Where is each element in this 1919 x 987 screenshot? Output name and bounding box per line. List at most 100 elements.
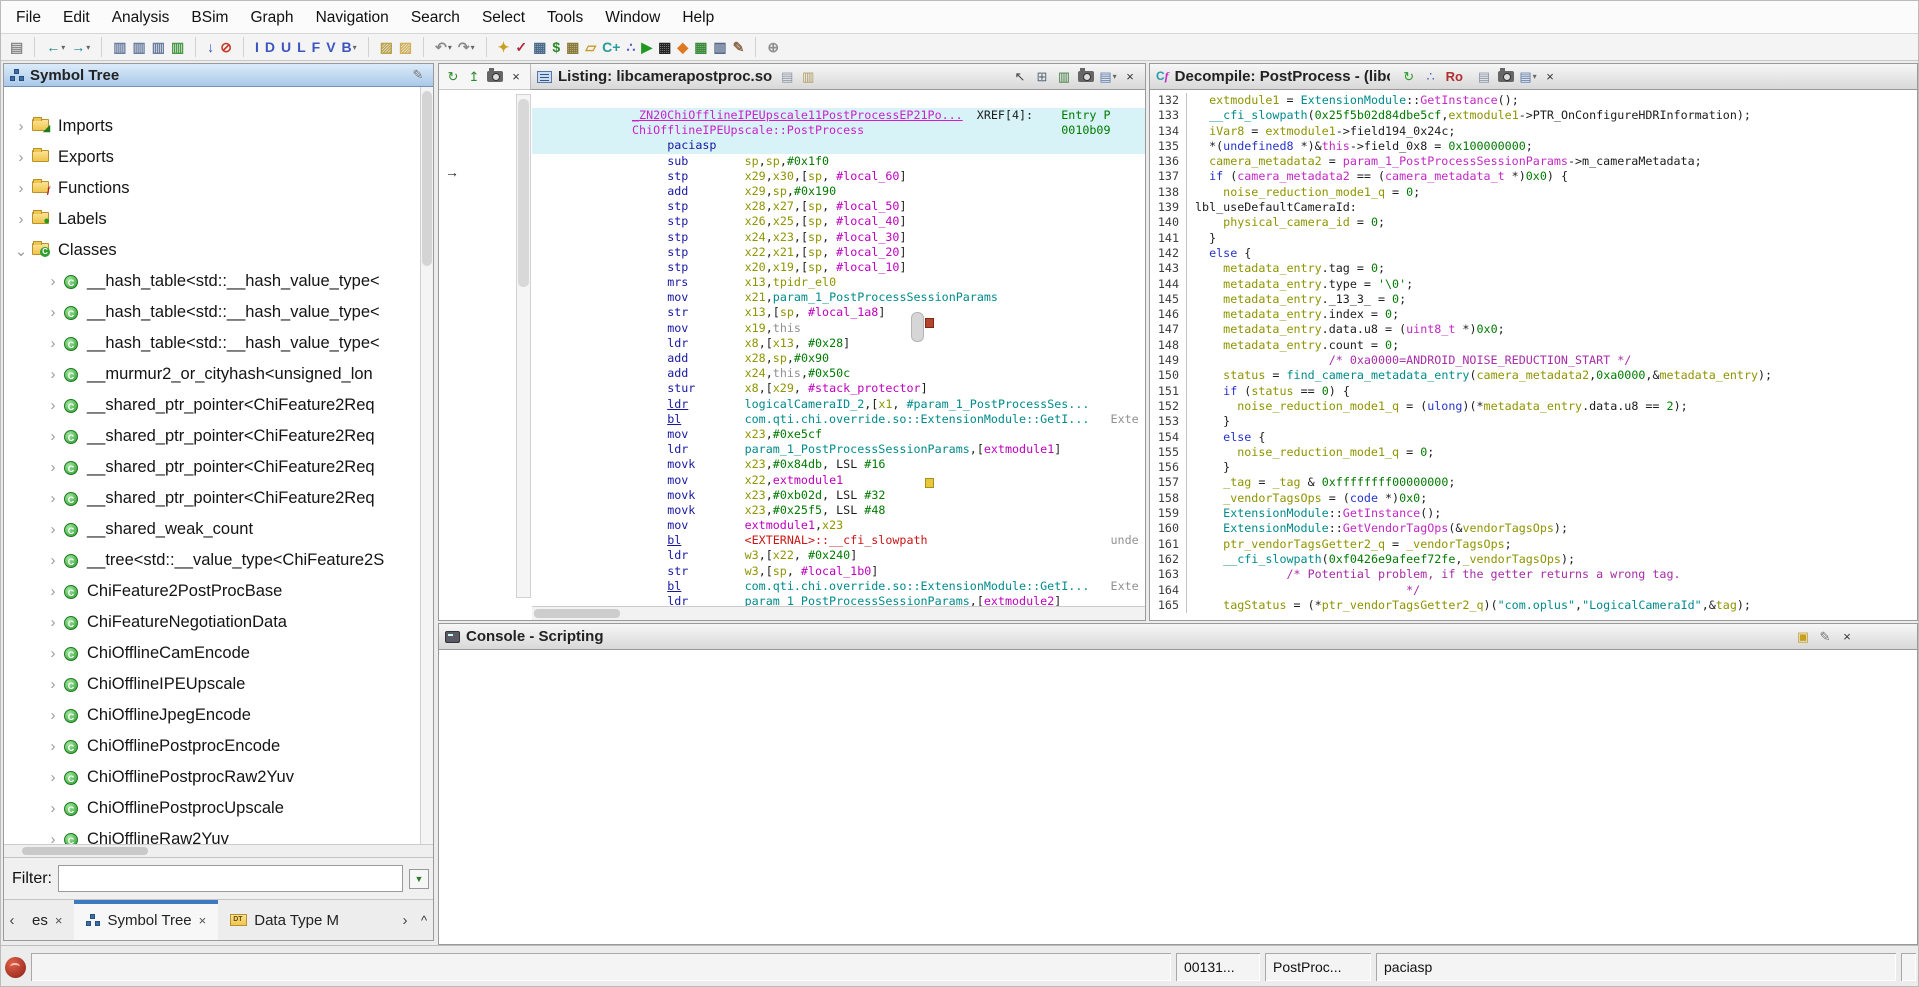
- close-icon[interactable]: ×: [507, 68, 525, 86]
- view-options-icon[interactable]: ▤▾: [1099, 68, 1117, 86]
- listing-line[interactable]: ldr logicalCameraID_2,[x1, #param_1_Post…: [532, 397, 1145, 412]
- clear-code-bytes-icon[interactable]: ▥: [111, 36, 128, 58]
- listing-line[interactable]: stp x24,x23,[sp, #local_30]: [532, 230, 1145, 245]
- scrollbar-thumb[interactable]: [22, 847, 148, 855]
- decompile-line[interactable]: 158 _vendorTagsOps = (code *)0x0;: [1150, 491, 1917, 506]
- tab-close-icon[interactable]: ×: [199, 913, 207, 928]
- close-icon[interactable]: ×: [1541, 68, 1559, 86]
- expander-icon[interactable]: ›: [44, 738, 62, 755]
- tree-item[interactable]: ›CChiOfflineRaw2Yuv: [4, 824, 433, 844]
- ghidra-logo-icon[interactable]: [5, 957, 26, 978]
- symbol-tree-horizontal-scrollbar[interactable]: [4, 844, 433, 857]
- listing-line[interactable]: sub sp,sp,#0x1f0: [532, 154, 1145, 169]
- reanalyze-icon[interactable]: ▥: [169, 36, 186, 58]
- expander-icon[interactable]: ›: [44, 676, 62, 693]
- expander-icon[interactable]: ›: [44, 459, 62, 476]
- listing-line[interactable]: stur x8,[x29, #stack_protector]: [532, 381, 1145, 396]
- listing-body[interactable]: → _ZN20ChiOfflineIPEUpscale11PostProcess…: [439, 90, 1145, 620]
- scroll-lock-icon[interactable]: ▣: [1794, 628, 1812, 646]
- data-i-button[interactable]: I: [253, 36, 261, 58]
- forward-icon[interactable]: →▾: [69, 36, 92, 58]
- expander-icon[interactable]: ⌄: [12, 242, 30, 260]
- decompile-line[interactable]: 136 camera_metadata2 = param_1_PostProce…: [1150, 154, 1917, 169]
- tree-item[interactable]: ›CChiFeatureNegotiationData: [4, 607, 433, 638]
- tree-item[interactable]: ›C__shared_ptr_pointer<ChiFeature2Req: [4, 483, 433, 514]
- scrollbar-thumb[interactable]: [518, 99, 529, 287]
- listing-title-bar[interactable]: Listing: libcamerapostproc.so ▤▥ ↖⊞▥▤▾×: [530, 64, 1145, 90]
- decompile-line[interactable]: 137 if (camera_metadata2 == (camera_meta…: [1150, 169, 1917, 184]
- menu-select[interactable]: Select: [471, 1, 536, 34]
- clear-flow-icon[interactable]: ▥: [150, 36, 167, 58]
- scrollbar-thumb[interactable]: [422, 91, 432, 266]
- listing-line[interactable]: bl com.qti.chi.override.so::ExtensionMod…: [532, 412, 1145, 427]
- decompile-line[interactable]: 140 physical_camera_id = 0;: [1150, 215, 1917, 230]
- decompile-line[interactable]: 134 iVar8 = extmodule1->field194_0x24c;: [1150, 124, 1917, 139]
- graph-view-icon[interactable]: ∴: [1422, 68, 1440, 86]
- report-icon[interactable]: ▥: [711, 36, 728, 58]
- decompile-line[interactable]: 143 metadata_entry.tag = 0;: [1150, 261, 1917, 276]
- filter-options-button[interactable]: ▼: [409, 869, 429, 889]
- tree-item[interactable]: ›◢Imports: [4, 111, 433, 142]
- listing-horizontal-scrollbar[interactable]: [532, 606, 1145, 620]
- copy-icon[interactable]: ▤: [1475, 68, 1493, 86]
- listing-line[interactable]: mov x19,this: [532, 321, 1145, 336]
- diff-icon[interactable]: ▥: [1055, 68, 1073, 86]
- listing-line[interactable]: movk x23,#0xb02d, LSL #32: [532, 488, 1145, 503]
- menu-navigation[interactable]: Navigation: [305, 1, 400, 34]
- decompile-line[interactable]: 144 metadata_entry.type = '\0';: [1150, 277, 1917, 292]
- disable-icon[interactable]: ⊘: [218, 36, 234, 58]
- decompile-line[interactable]: 133 __cfi_slowpath(0x25f5b02d84dbe5cf,ex…: [1150, 108, 1917, 123]
- tree-item[interactable]: ›C__tree<std::__value_type<ChiFeature2S: [4, 545, 433, 576]
- cpp-icon[interactable]: C+: [600, 36, 622, 58]
- decompile-line[interactable]: 146 metadata_entry.index = 0;: [1150, 307, 1917, 322]
- expander-icon[interactable]: ›: [12, 149, 30, 166]
- decompile-line[interactable]: 141 }: [1150, 231, 1917, 246]
- decompile-line[interactable]: 135 *(undefined8 *)&this->field_0x8 = 0x…: [1150, 139, 1917, 154]
- tab-symbol-tree[interactable]: Symbol Tree×: [74, 900, 218, 940]
- expander-icon[interactable]: ›: [44, 552, 62, 569]
- calculator-icon[interactable]: ▦: [531, 36, 548, 58]
- listing-line[interactable]: stp x20,x19,[sp, #local_10]: [532, 260, 1145, 275]
- menu-graph[interactable]: Graph: [239, 1, 304, 34]
- tree-item[interactable]: ›C__shared_weak_count: [4, 514, 433, 545]
- expander-icon[interactable]: ›: [44, 614, 62, 631]
- listing-line[interactable]: mrs x13,tpidr_el0: [532, 275, 1145, 290]
- expander-icon[interactable]: ›: [12, 180, 30, 197]
- decompile-code[interactable]: 132 extmodule1 = ExtensionModule::GetIns…: [1150, 90, 1917, 620]
- decompile-line[interactable]: 148 metadata_entry.count = 0;: [1150, 338, 1917, 353]
- view-options-icon[interactable]: ▤▾: [1519, 68, 1537, 86]
- tree-item[interactable]: ›●Labels: [4, 204, 433, 235]
- listing-line[interactable]: str w3,[sp, #local_1b0]: [532, 564, 1145, 579]
- symbol-s-icon[interactable]: $: [550, 36, 562, 58]
- edit-filter-icon[interactable]: ✎: [409, 66, 427, 84]
- tree-item[interactable]: ›C__murmur2_or_cityhash<unsigned_lon: [4, 359, 433, 390]
- clear-highlight-icon[interactable]: ▨: [378, 36, 395, 58]
- data-type-manager-icon[interactable]: ▱: [583, 36, 598, 58]
- tab-es[interactable]: es×: [20, 900, 74, 940]
- expander-icon[interactable]: ›: [44, 800, 62, 817]
- tree-item[interactable]: ›C__shared_ptr_pointer<ChiFeature2Req: [4, 421, 433, 452]
- tree-item[interactable]: ›C__shared_ptr_pointer<ChiFeature2Req: [4, 390, 433, 421]
- listing-line[interactable]: ldr w3,[x22, #0x240]: [532, 548, 1145, 563]
- listing-line[interactable]: add x24,this,#0x50c: [532, 366, 1145, 381]
- copy-icon[interactable]: ▤: [778, 68, 796, 86]
- listing-line[interactable]: str x13,[sp, #local_1a8]: [532, 305, 1145, 320]
- tree-item[interactable]: ⌄CClasses: [4, 235, 433, 266]
- console-header[interactable]: Console - Scripting ▣✎×: [439, 624, 1917, 650]
- listing-line[interactable]: movk x23,#0x25f5, LSL #48: [532, 503, 1145, 518]
- tabs-scroll-right-button[interactable]: ›: [397, 900, 413, 940]
- console-output[interactable]: [439, 650, 1917, 944]
- close-icon[interactable]: ×: [1121, 68, 1139, 86]
- decompile-line[interactable]: 157 _tag = _tag & 0xffffffff00000000;: [1150, 475, 1917, 490]
- data-d-button[interactable]: D: [263, 36, 277, 58]
- listing-line[interactable]: _ZN20ChiOfflineIPEUpscale11PostProcessEP…: [532, 108, 1145, 123]
- menu-window[interactable]: Window: [594, 1, 671, 34]
- validate-icon[interactable]: ✓: [513, 36, 529, 58]
- expander-icon[interactable]: ›: [44, 645, 62, 662]
- decompile-line[interactable]: 154 else {: [1150, 430, 1917, 445]
- brush-icon[interactable]: ✎: [731, 36, 747, 58]
- menu-help[interactable]: Help: [671, 1, 725, 34]
- expander-icon[interactable]: ›: [12, 118, 30, 135]
- link-icon[interactable]: ⊕: [765, 36, 781, 58]
- listing-overview-scrollbar[interactable]: [516, 94, 531, 598]
